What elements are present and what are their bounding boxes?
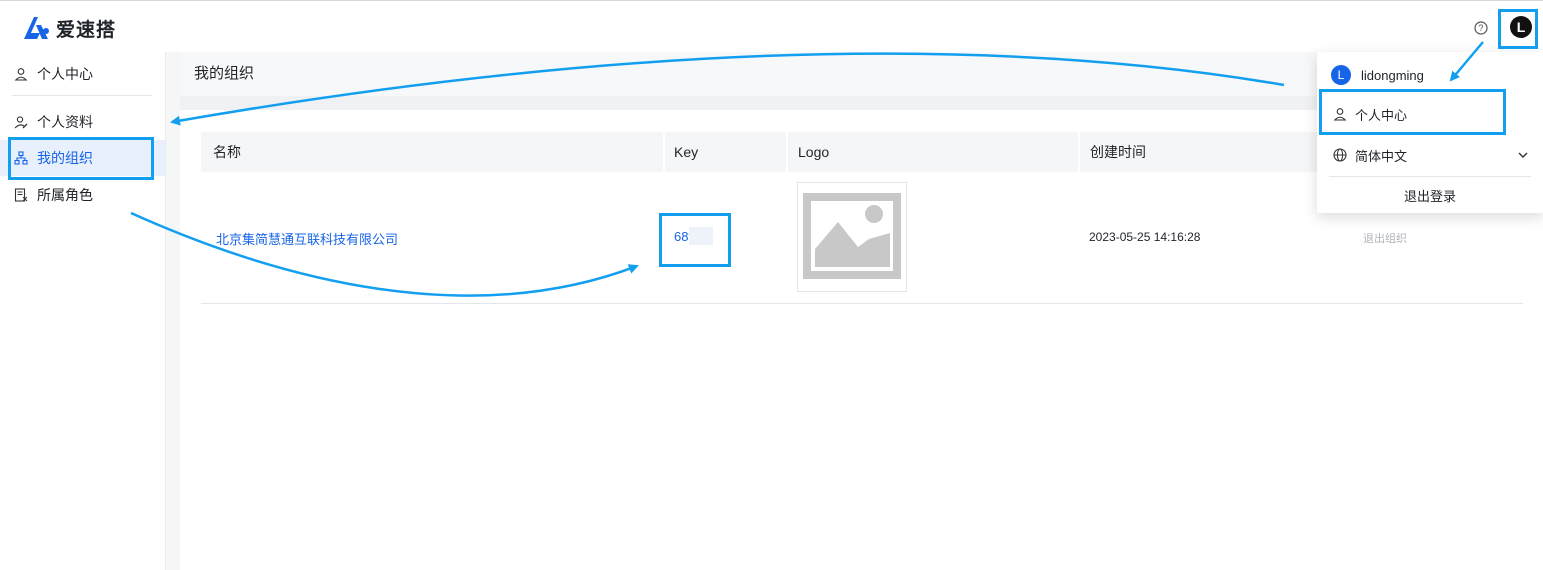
annotation-arrows bbox=[130, 41, 1484, 297]
annotation-arrow-to-key bbox=[130, 211, 639, 297]
annotation-arrow-to-sidebar bbox=[170, 52, 1285, 126]
annotation-arrow-to-menu bbox=[1449, 41, 1484, 82]
